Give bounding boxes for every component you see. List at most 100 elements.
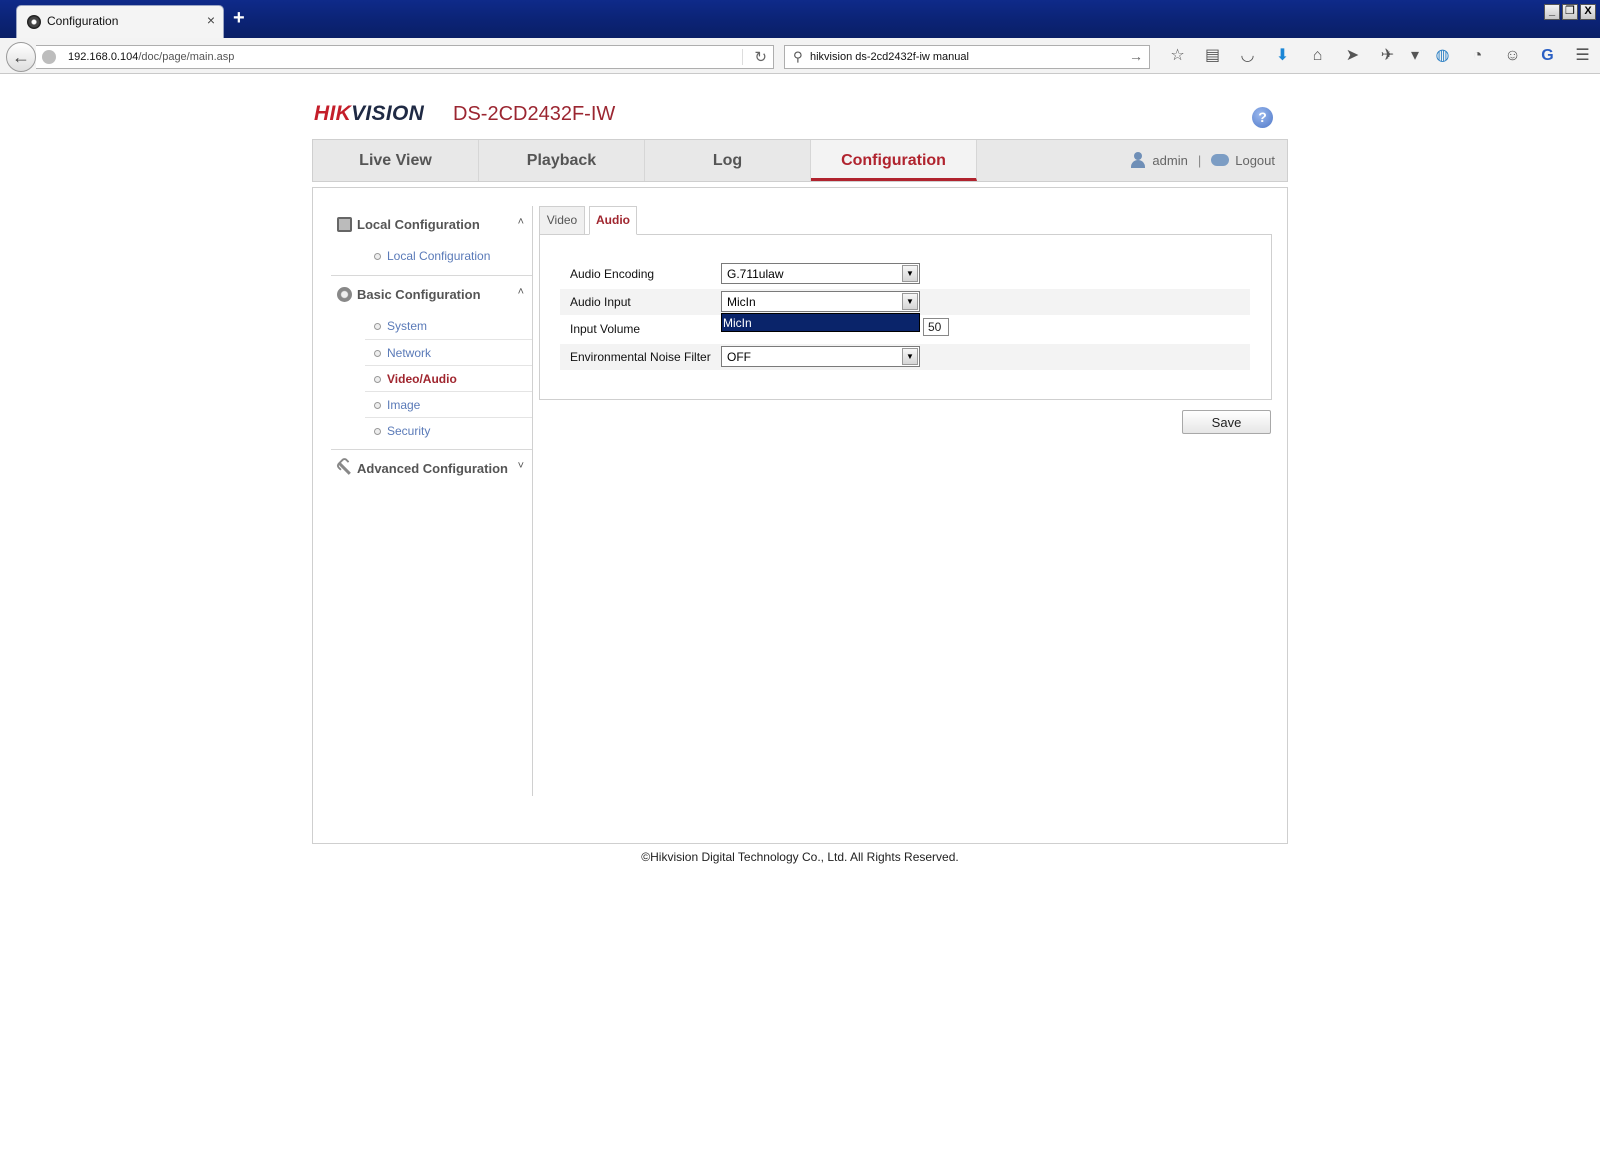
volume-value-field[interactable]: 50 (923, 318, 949, 336)
collapse-icon[interactable]: ˄ (518, 216, 524, 228)
browser-tab[interactable]: Configuration × (16, 5, 224, 38)
chevron-down-icon[interactable]: ▼ (902, 265, 918, 282)
audio-input-row: Audio Input MicIn ▼ MicIn (560, 289, 1250, 332)
sidebar-section-advanced[interactable]: Advanced Configuration ˅ (331, 450, 532, 487)
search-icon: ⚲ (793, 49, 803, 64)
bullet-icon (374, 253, 381, 260)
dropdown-option-micin[interactable]: MicIn (723, 316, 752, 330)
logout-link[interactable]: Logout (1235, 153, 1275, 168)
url-separator (742, 49, 743, 65)
username: admin (1152, 152, 1188, 168)
send-icon[interactable]: ➤ (1335, 44, 1370, 68)
sidebar-section-basic[interactable]: Basic Configuration ˄ (331, 276, 532, 313)
chat-icon[interactable]: ☺ (1495, 44, 1530, 68)
noise-filter-select[interactable]: OFF ▼ (721, 346, 920, 367)
sidebar-item-network[interactable]: Network (365, 339, 532, 365)
sidebar-item-label: System (387, 319, 428, 333)
chevron-down-icon[interactable]: ▼ (902, 348, 918, 365)
restore-button[interactable]: ❐ (1562, 4, 1578, 20)
menu-icon[interactable]: ☰ (1565, 44, 1600, 68)
sidebar-section-label: Local Configuration (357, 217, 480, 232)
history-icon[interactable]: ◔ (1460, 44, 1495, 68)
tab-title: Configuration (47, 14, 119, 28)
extension-icon[interactable]: ✈ (1370, 44, 1405, 68)
download-icon[interactable]: ⬇ (1265, 44, 1300, 68)
sync-icon[interactable]: ◍ (1425, 44, 1460, 68)
sidebar-item-label: Video/Audio (387, 372, 457, 386)
user-icon (1130, 152, 1146, 168)
sidebar-section-local[interactable]: Local Configuration ˄ (331, 206, 532, 243)
bullet-icon (374, 350, 381, 357)
sidebar-item-label: Security (387, 424, 431, 438)
input-volume-label: Input Volume (570, 322, 641, 336)
noise-filter-row: Environmental Noise Filter OFF ▼ (560, 344, 1250, 370)
collapse-icon[interactable]: ˄ (518, 286, 524, 298)
sidebar-item-label: Image (387, 398, 421, 412)
chevron-down-icon[interactable]: ▼ (902, 293, 918, 310)
noise-filter-label: Environmental Noise Filter (570, 350, 711, 364)
subtab-audio[interactable]: Audio (589, 206, 637, 235)
wrench-icon (334, 458, 355, 479)
sidebar-item-label: Network (387, 346, 432, 360)
search-bar[interactable]: ⚲ hikvision ds-2cd2432f-iw manual → (784, 45, 1150, 69)
audio-input-select[interactable]: MicIn ▼ (721, 291, 920, 312)
url-path: /doc/page/main.asp (138, 51, 235, 63)
sidebar-section-label: Advanced Configuration (357, 461, 508, 476)
logo-part-vision: VISION (351, 102, 425, 125)
home-icon[interactable]: ⌂ (1300, 44, 1335, 68)
addon-g-icon[interactable]: G (1530, 44, 1565, 68)
tab-live-view[interactable]: Live View (313, 140, 479, 181)
sidebar-item-image[interactable]: Image (365, 391, 532, 417)
tab-log[interactable]: Log (645, 140, 811, 181)
pocket-icon[interactable]: ◡ (1230, 44, 1265, 68)
search-input[interactable]: hikvision ds-2cd2432f-iw manual (810, 51, 969, 63)
back-arrow-icon: ← (12, 47, 30, 67)
back-button[interactable]: ← (6, 42, 36, 72)
new-tab-button[interactable]: + (233, 8, 245, 28)
sidebar-item-label: Local Configuration (387, 249, 491, 263)
user-box: admin | Logout (1130, 152, 1275, 168)
search-go-icon[interactable]: → (1129, 48, 1143, 64)
audio-encoding-label: Audio Encoding (570, 267, 655, 281)
select-value: OFF (727, 350, 751, 364)
audio-input-label: Audio Input (570, 295, 631, 309)
url-bar[interactable]: 192.168.0.104/doc/page/main.asp ↻ (36, 45, 774, 69)
camera-favicon-icon (27, 15, 41, 29)
sidebar-item-system[interactable]: System (365, 313, 532, 339)
reading-list-icon[interactable]: ▤ (1195, 44, 1230, 68)
logo-part-hik: HIK (314, 102, 352, 125)
window-controls: _ ❐ X (1544, 4, 1596, 20)
copyright-footer: ©Hikvision Digital Technology Co., Ltd. … (641, 850, 959, 864)
expand-icon[interactable]: ˅ (518, 460, 524, 472)
browser-titlebar: Configuration × + _ ❐ X (0, 0, 1600, 38)
sidebar-item-local-configuration[interactable]: Local Configuration (365, 243, 532, 269)
tab-configuration[interactable]: Configuration (811, 140, 977, 181)
dropdown-icon[interactable]: ▾ (1405, 44, 1425, 68)
bullet-icon (374, 428, 381, 435)
bullet-icon (374, 323, 381, 330)
gear-icon (337, 287, 352, 302)
help-icon[interactable]: ? (1252, 107, 1273, 128)
reload-icon[interactable]: ↻ (754, 48, 767, 66)
star-icon[interactable]: ☆ (1160, 44, 1195, 68)
monitor-icon (337, 217, 352, 232)
close-window-button[interactable]: X (1580, 4, 1596, 20)
audio-encoding-select[interactable]: G.711ulaw ▼ (721, 263, 920, 284)
sidebar-section-label: Basic Configuration (357, 287, 481, 302)
url-text[interactable]: 192.168.0.104/doc/page/main.asp (68, 51, 234, 63)
select-value: G.711ulaw (727, 267, 784, 281)
save-button[interactable]: Save (1182, 410, 1271, 434)
sidebar-item-video-audio[interactable]: Video/Audio (365, 365, 532, 391)
content-area: Local Configuration ˄ Local Configuratio… (312, 187, 1288, 844)
minimize-button[interactable]: _ (1544, 4, 1560, 20)
logout-icon[interactable] (1211, 154, 1230, 166)
hikvision-logo: HIKVISION (314, 102, 424, 126)
close-tab-icon[interactable]: × (207, 12, 215, 28)
site-info-icon[interactable] (42, 50, 56, 64)
audio-encoding-row: Audio Encoding G.711ulaw ▼ (560, 261, 1250, 287)
user-separator: | (1197, 152, 1202, 168)
browser-navbar: ← 192.168.0.104/doc/page/main.asp ↻ ⚲ hi… (0, 38, 1600, 74)
subtab-video[interactable]: Video (539, 206, 585, 235)
tab-playback[interactable]: Playback (479, 140, 645, 181)
sidebar-item-security[interactable]: Security (365, 417, 532, 443)
